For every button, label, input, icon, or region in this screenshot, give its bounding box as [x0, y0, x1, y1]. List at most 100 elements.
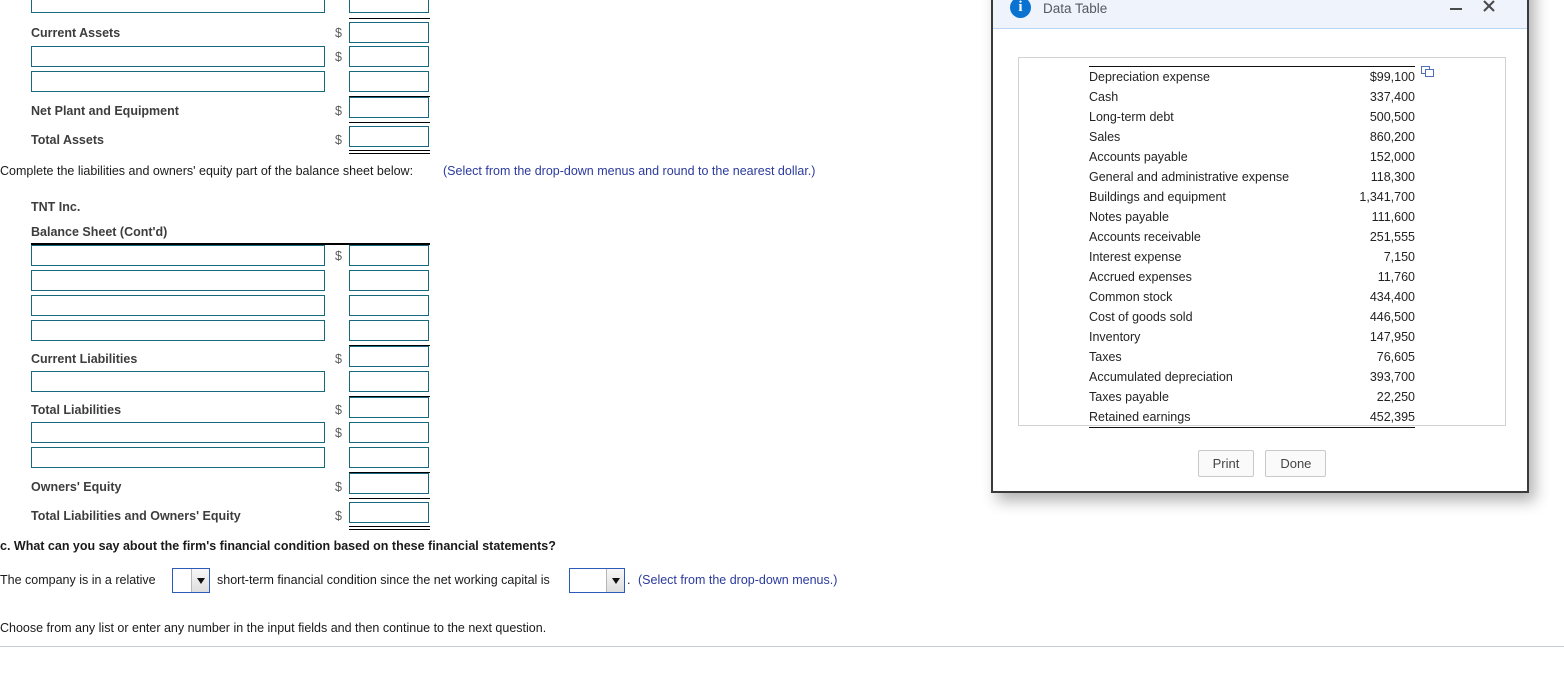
dollar-sign-liability-row-7: $ — [335, 426, 342, 440]
liability-label-input-8[interactable] — [31, 447, 325, 468]
liability-label-input-5[interactable] — [31, 371, 325, 392]
table-row: Accounts receivable 251,555 — [1089, 227, 1415, 247]
label-total-liabilities-and-owners-equity: Total Liabilities and Owners' Equity — [31, 509, 241, 523]
dialog-title: Data Table — [1043, 1, 1108, 16]
table-row-value: 337,400 — [1369, 90, 1415, 104]
total-assets-amount-input[interactable] — [349, 126, 429, 147]
net-plant-and-equipment-amount-input[interactable] — [349, 97, 429, 118]
condition-quality-select[interactable] — [172, 568, 210, 593]
liability-amount-input-7[interactable] — [349, 422, 429, 443]
table-row-value: 7,150 — [1383, 250, 1415, 264]
table-row-value: 111,600 — [1371, 210, 1415, 224]
asset-label-input-2[interactable] — [31, 46, 325, 67]
liability-label-input-0[interactable] — [31, 245, 325, 266]
owners-equity-amount-input[interactable] — [349, 473, 429, 494]
asset-label-input-3[interactable] — [31, 71, 325, 92]
table-row-value: 147,950 — [1369, 330, 1415, 344]
grand-total-rule-a — [349, 526, 430, 527]
done-button[interactable]: Done — [1265, 450, 1327, 477]
table-row-label: Cost of goods sold — [1089, 310, 1193, 324]
table-row: Long-term debt 500,500 — [1089, 107, 1415, 127]
question-c-note: (Select from the drop-down menus.) — [638, 573, 838, 587]
table-row: Notes payable 111,600 — [1089, 207, 1415, 227]
footer-hint: Choose from any list or enter any number… — [0, 621, 547, 635]
label-owners-equity: Owners' Equity — [31, 480, 122, 494]
liability-label-input-7[interactable] — [31, 422, 325, 443]
table-row-value: 76,605 — [1376, 350, 1415, 364]
asset-amount-input-3[interactable] — [349, 71, 429, 92]
company-name: TNT Inc. — [31, 200, 81, 214]
label-total-assets: Total Assets — [31, 133, 104, 147]
copy-icon[interactable] — [1421, 64, 1434, 77]
data-table-dialog: i Data Table Depreciation expense $99,100… — [991, 0, 1529, 493]
table-row-label: Retained earnings — [1089, 407, 1345, 428]
total-liabilities-amount-input[interactable] — [349, 397, 429, 418]
liability-amount-input-2[interactable] — [349, 295, 429, 316]
chevron-down-icon[interactable] — [191, 569, 209, 592]
table-row: Accumulated depreciation 393,700 — [1089, 367, 1415, 387]
asset-label-input-0[interactable] — [31, 0, 325, 13]
table-row-label: Cash — [1089, 90, 1119, 104]
question-c-sentence-part2: short-term financial condition since the… — [217, 573, 550, 587]
statement-title: Balance Sheet (Cont'd) — [31, 225, 168, 239]
table-row-label: General and administrative expense — [1089, 170, 1290, 184]
table-row-label: Accounts payable — [1089, 150, 1188, 164]
liability-label-input-3[interactable] — [31, 320, 325, 341]
table-row: Retained earnings 452,395 — [1089, 407, 1415, 428]
dollar-sign-liability-row-0: $ — [335, 249, 342, 263]
table-row: Interest expense 7,150 — [1089, 247, 1415, 267]
asset-amount-input-2[interactable] — [349, 46, 429, 67]
dollar-sign-owners-equity: $ — [335, 480, 342, 494]
liability-amount-input-3[interactable] — [349, 320, 429, 341]
info-icon: i — [1010, 0, 1031, 18]
liability-label-input-1[interactable] — [31, 270, 325, 291]
liability-amount-input-5[interactable] — [349, 371, 429, 392]
table-row: Sales 860,200 — [1089, 127, 1415, 147]
liability-amount-input-0[interactable] — [349, 245, 429, 266]
close-icon[interactable] — [1481, 0, 1497, 14]
current-assets-amount-input[interactable] — [349, 22, 429, 43]
grand-total-rule-b — [349, 529, 430, 530]
table-row: General and administrative expense 118,30… — [1089, 167, 1415, 187]
dollar-sign-current-assets: $ — [335, 26, 342, 40]
table-row-value: 393,700 — [1369, 370, 1415, 384]
table-row-value: 446,500 — [1369, 310, 1415, 324]
footer-divider — [0, 646, 1564, 647]
liability-amount-input-8[interactable] — [349, 447, 429, 468]
dollar-sign-total-liabilities: $ — [335, 403, 342, 417]
total-assets-rule-b — [349, 153, 430, 154]
table-row-label: Long-term debt — [1089, 110, 1174, 124]
liability-amount-input-1[interactable] — [349, 270, 429, 291]
total-liabilities-and-owners-equity-amount-input[interactable] — [349, 502, 429, 523]
net-working-capital-select[interactable] — [569, 568, 625, 593]
table-row-value: 152,000 — [1369, 150, 1415, 164]
question-c-sentence-part3: . — [627, 573, 631, 587]
assets-rule-0 — [349, 18, 430, 19]
table-row-label: Interest expense — [1089, 250, 1182, 264]
chevron-down-icon[interactable] — [606, 569, 624, 592]
dollar-sign-total-liab-equity: $ — [335, 509, 342, 523]
table-row-label: Inventory — [1089, 330, 1141, 344]
table-row-label: Common stock — [1089, 290, 1173, 304]
minimize-icon[interactable] — [1448, 0, 1464, 14]
table-row-label: Accrued expenses — [1089, 270, 1192, 284]
table-row-label: Depreciation expense — [1089, 66, 1345, 87]
print-button[interactable]: Print — [1197, 450, 1255, 477]
table-row: Accounts payable 152,000 — [1089, 147, 1415, 167]
table-row: Taxes payable 22,250 — [1089, 387, 1415, 407]
total-assets-rule-a — [349, 150, 430, 151]
current-liabilities-amount-input[interactable] — [349, 346, 429, 367]
table-row-label: Notes payable — [1089, 210, 1169, 224]
table-row: Depreciation expense $99,100 — [1089, 66, 1415, 87]
financial-data-table: Depreciation expense $99,100 Cash 337,400 Lo… — [1089, 66, 1415, 428]
table-row-value: 860,200 — [1369, 130, 1415, 144]
table-row-value: 452,395 — [1344, 407, 1415, 428]
liability-label-input-2[interactable] — [31, 295, 325, 316]
dialog-header: i Data Table — [993, 0, 1527, 29]
table-row-value: 22,250 — [1376, 390, 1415, 404]
dollar-sign-net-plant: $ — [335, 104, 342, 118]
table-row-value: 11,760 — [1377, 270, 1415, 284]
question-c-sentence-part1: The company is in a relative — [0, 573, 156, 587]
table-row: Cost of goods sold 446,500 — [1089, 307, 1415, 327]
asset-amount-input-0[interactable] — [349, 0, 429, 13]
